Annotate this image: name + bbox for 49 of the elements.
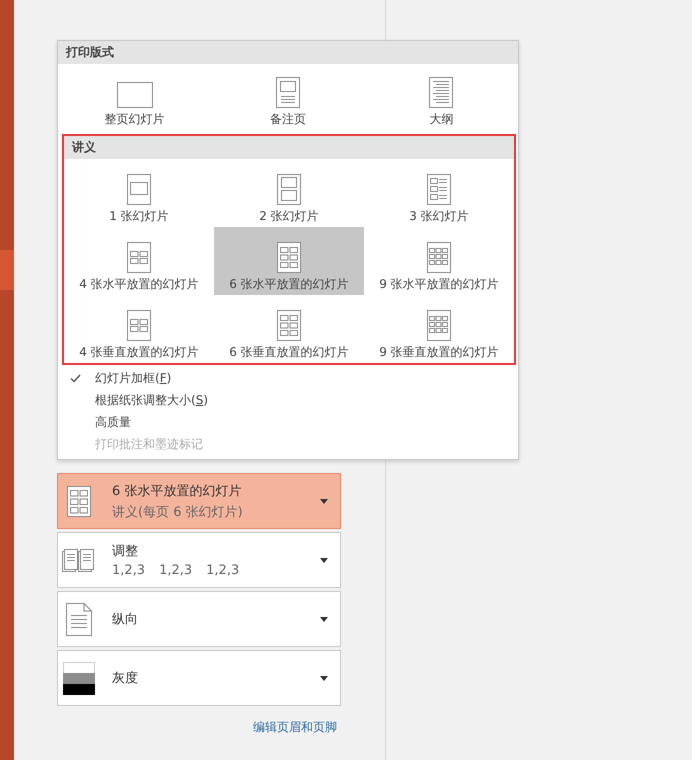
setting-title: 6 张水平放置的幻灯片 xyxy=(112,482,242,500)
dropdown-button[interactable]: 6 张水平放置的幻灯片 讲义(每页 6 张幻灯片) xyxy=(57,473,341,529)
layout-option[interactable]: 4 张水平放置的幻灯片 xyxy=(64,227,214,295)
slide-grid-icon xyxy=(427,242,451,273)
section-heading: 打印版式 xyxy=(58,41,518,64)
slide-grid-icon xyxy=(127,174,151,205)
menu-item[interactable]: 根据纸张调整大小(S) xyxy=(58,389,518,411)
check-icon xyxy=(70,374,81,382)
layout-option[interactable]: 9 张水平放置的幻灯片 xyxy=(364,227,514,295)
slide-grid-icon xyxy=(277,310,301,341)
caret-icon xyxy=(320,616,328,622)
layout-option[interactable]: 4 张垂直放置的幻灯片 xyxy=(64,295,214,363)
layout-option[interactable]: 6 张垂直放置的幻灯片 xyxy=(214,295,364,363)
caret-icon xyxy=(320,498,328,504)
layout-option[interactable]: 大纲 xyxy=(364,64,518,130)
setting-title: 调整 xyxy=(112,543,139,560)
edit-header-footer-link[interactable]: 编辑页眉和页脚 xyxy=(253,719,337,736)
setting-detail: 1,2,3 xyxy=(206,563,240,578)
layout-option[interactable]: 9 张垂直放置的幻灯片 xyxy=(364,295,514,363)
slide-grid-icon xyxy=(277,174,301,205)
layout-option[interactable]: 6 张水平放置的幻灯片 xyxy=(214,227,364,295)
layout-option[interactable]: 备注页 xyxy=(211,64,365,130)
layout-option[interactable]: 3 张幻灯片 xyxy=(364,159,514,227)
section-heading: 讲义 xyxy=(64,136,514,159)
slide-icon xyxy=(116,82,153,108)
setting-title: 纵向 xyxy=(112,611,139,628)
caret-icon xyxy=(320,676,328,680)
setting-detail: 讲义(每页 6 张幻灯片) xyxy=(112,504,243,520)
setting-title: 灰度 xyxy=(112,670,139,687)
stacked-pages-icon xyxy=(62,547,96,573)
menu-item[interactable]: 幻灯片加框(F) xyxy=(58,367,518,389)
slide-grid-icon xyxy=(277,242,301,273)
dropdown-button[interactable]: 纵向 xyxy=(57,591,341,647)
menu-item[interactable]: 高质量 xyxy=(58,411,518,433)
slide-grid-icon xyxy=(127,242,151,273)
slide-grid-icon xyxy=(427,174,451,205)
dropdown-button[interactable]: 调整 1,2,3 1,2,3 1,2,3 xyxy=(57,532,341,588)
layout-option[interactable]: 整页幻灯片 xyxy=(58,64,212,130)
layout-option[interactable]: 1 张幻灯片 xyxy=(64,159,214,227)
slide-grid-icon xyxy=(427,310,451,341)
dropdown-button[interactable]: 灰度 xyxy=(57,650,341,706)
caret-icon xyxy=(320,558,328,562)
grayscale-icon xyxy=(62,662,96,694)
setting-detail: 1,2,3 xyxy=(112,563,146,578)
outline-page-icon xyxy=(429,77,454,108)
slide-grid-icon xyxy=(127,310,151,341)
layout-option[interactable]: 2 张幻灯片 xyxy=(214,159,364,227)
setting-detail: 1,2,3 xyxy=(159,563,192,578)
notes-page-icon xyxy=(276,77,300,108)
